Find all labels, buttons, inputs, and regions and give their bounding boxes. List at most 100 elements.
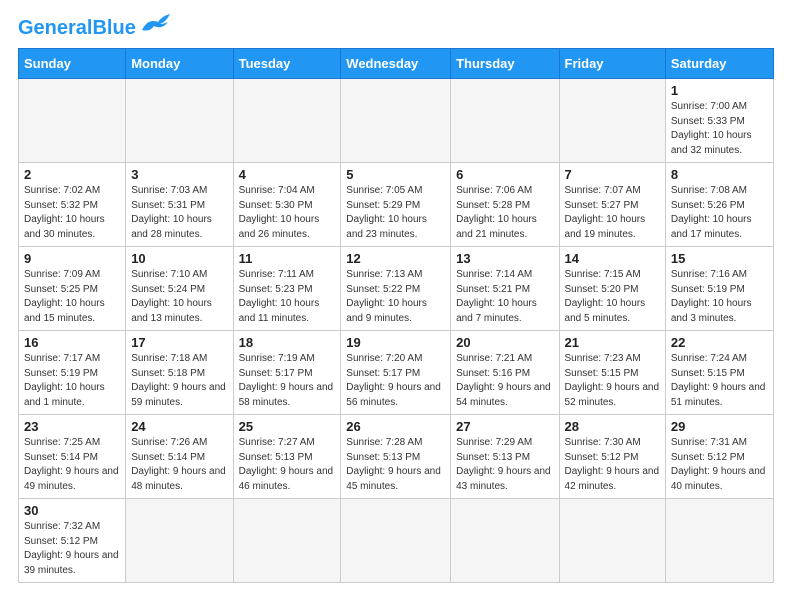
table-row: 3 Sunrise: 7:03 AMSunset: 5:31 PMDaylight… (126, 163, 233, 247)
day-number: 3 (131, 167, 227, 182)
table-row: 7 Sunrise: 7:07 AMSunset: 5:27 PMDaylight… (559, 163, 665, 247)
sun-info: Sunrise: 7:09 AMSunset: 5:25 PMDaylight:… (24, 268, 120, 326)
day-number: 7 (565, 167, 660, 182)
table-row: 8 Sunrise: 7:08 AMSunset: 5:26 PMDaylight… (665, 163, 773, 247)
col-saturday: Saturday (665, 49, 773, 79)
table-row (233, 499, 341, 583)
sun-info: Sunrise: 7:00 AMSunset: 5:33 PMDaylight:… (671, 100, 768, 158)
col-friday: Friday (559, 49, 665, 79)
sun-info: Sunrise: 7:05 AMSunset: 5:29 PMDaylight:… (346, 184, 445, 242)
table-row: 25 Sunrise: 7:27 AMSunset: 5:13 PMDayligh… (233, 415, 341, 499)
table-row: 29Sunrise: 7:31 AMSunset: 5:12 PMDayligh… (665, 415, 773, 499)
logo-text: GeneralBlue (18, 18, 136, 38)
day-number: 22 (671, 335, 768, 350)
sun-info: Sunrise: 7:31 AMSunset: 5:12 PMDaylight:… (671, 436, 768, 494)
sun-info: Sunrise: 7:04 AMSunset: 5:30 PMDaylight:… (239, 184, 336, 242)
sun-info: Sunrise: 7:19 AMSunset: 5:17 PMDaylight:… (239, 352, 336, 410)
table-row: 30 Sunrise: 7:32 AMSunset: 5:12 PMDayligh… (19, 499, 126, 583)
sun-info: Sunrise: 7:02 AMSunset: 5:32 PMDaylight:… (24, 184, 120, 242)
col-sunday: Sunday (19, 49, 126, 79)
table-row: 23 Sunrise: 7:25 AMSunset: 5:14 PMDayligh… (19, 415, 126, 499)
day-number: 8 (671, 167, 768, 182)
sun-info: Sunrise: 7:03 AMSunset: 5:31 PMDaylight:… (131, 184, 227, 242)
table-row: 12 Sunrise: 7:13 AMSunset: 5:22 PMDayligh… (341, 247, 451, 331)
table-row: 2 Sunrise: 7:02 AMSunset: 5:32 PMDaylight… (19, 163, 126, 247)
table-row: 20Sunrise: 7:21 AMSunset: 5:16 PMDayligh… (451, 331, 559, 415)
table-row: 6Sunrise: 7:06 AMSunset: 5:28 PMDaylight… (451, 163, 559, 247)
day-number: 19 (346, 335, 445, 350)
table-row (126, 499, 233, 583)
day-number: 12 (346, 251, 445, 266)
day-number: 11 (239, 251, 336, 266)
table-row (559, 499, 665, 583)
sun-info: Sunrise: 7:17 AMSunset: 5:19 PMDaylight:… (24, 352, 120, 410)
sun-info: Sunrise: 7:10 AMSunset: 5:24 PMDaylight:… (131, 268, 227, 326)
table-row: 26Sunrise: 7:28 AMSunset: 5:13 PMDayligh… (341, 415, 451, 499)
calendar-header: Sunday Monday Tuesday Wednesday Thursday… (19, 49, 774, 79)
table-row: 11 Sunrise: 7:11 AMSunset: 5:23 PMDayligh… (233, 247, 341, 331)
sun-info: Sunrise: 7:18 AMSunset: 5:18 PMDaylight:… (131, 352, 227, 410)
col-monday: Monday (126, 49, 233, 79)
sun-info: Sunrise: 7:14 AMSunset: 5:21 PMDaylight:… (456, 268, 553, 326)
sun-info: Sunrise: 7:16 AMSunset: 5:19 PMDaylight:… (671, 268, 768, 326)
day-number: 16 (24, 335, 120, 350)
table-row: 27Sunrise: 7:29 AMSunset: 5:13 PMDayligh… (451, 415, 559, 499)
day-number: 9 (24, 251, 120, 266)
sun-info: Sunrise: 7:29 AMSunset: 5:13 PMDaylight:… (456, 436, 553, 494)
day-number: 14 (565, 251, 660, 266)
table-row: 14 Sunrise: 7:15 AMSunset: 5:20 PMDayligh… (559, 247, 665, 331)
day-number: 28 (565, 419, 660, 434)
table-row: 16 Sunrise: 7:17 AMSunset: 5:19 PMDayligh… (19, 331, 126, 415)
table-row (341, 499, 451, 583)
table-row (451, 79, 559, 163)
day-number: 2 (24, 167, 120, 182)
sun-info: Sunrise: 7:13 AMSunset: 5:22 PMDaylight:… (346, 268, 445, 326)
sun-info: Sunrise: 7:32 AMSunset: 5:12 PMDaylight:… (24, 520, 120, 578)
table-row: 5 Sunrise: 7:05 AMSunset: 5:29 PMDaylight… (341, 163, 451, 247)
col-wednesday: Wednesday (341, 49, 451, 79)
day-number: 6 (456, 167, 553, 182)
sun-info: Sunrise: 7:30 AMSunset: 5:12 PMDaylight:… (565, 436, 660, 494)
table-row (665, 499, 773, 583)
table-row: 22 Sunrise: 7:24 AMSunset: 5:15 PMDayligh… (665, 331, 773, 415)
day-number: 1 (671, 83, 768, 98)
day-number: 13 (456, 251, 553, 266)
table-row: 21 Sunrise: 7:23 AMSunset: 5:15 PMDayligh… (559, 331, 665, 415)
table-row: 28 Sunrise: 7:30 AMSunset: 5:12 PMDayligh… (559, 415, 665, 499)
sun-info: Sunrise: 7:07 AMSunset: 5:27 PMDaylight:… (565, 184, 660, 242)
day-number: 4 (239, 167, 336, 182)
table-row: 1 Sunrise: 7:00 AMSunset: 5:33 PMDaylight… (665, 79, 773, 163)
day-number: 18 (239, 335, 336, 350)
sun-info: Sunrise: 7:25 AMSunset: 5:14 PMDaylight:… (24, 436, 120, 494)
sun-info: Sunrise: 7:21 AMSunset: 5:16 PMDaylight:… (456, 352, 553, 410)
sun-info: Sunrise: 7:08 AMSunset: 5:26 PMDaylight:… (671, 184, 768, 242)
table-row: 13 Sunrise: 7:14 AMSunset: 5:21 PMDayligh… (451, 247, 559, 331)
table-row: 18 Sunrise: 7:19 AMSunset: 5:17 PMDayligh… (233, 331, 341, 415)
table-row: 15 Sunrise: 7:16 AMSunset: 5:19 PMDayligh… (665, 247, 773, 331)
day-number: 15 (671, 251, 768, 266)
sun-info: Sunrise: 7:15 AMSunset: 5:20 PMDaylight:… (565, 268, 660, 326)
sun-info: Sunrise: 7:24 AMSunset: 5:15 PMDaylight:… (671, 352, 768, 410)
table-row: 17Sunrise: 7:18 AMSunset: 5:18 PMDayligh… (126, 331, 233, 415)
table-row (559, 79, 665, 163)
sun-info: Sunrise: 7:27 AMSunset: 5:13 PMDaylight:… (239, 436, 336, 494)
table-row: 24Sunrise: 7:26 AMSunset: 5:14 PMDayligh… (126, 415, 233, 499)
table-row (126, 79, 233, 163)
day-number: 25 (239, 419, 336, 434)
table-row: 9 Sunrise: 7:09 AMSunset: 5:25 PMDaylight… (19, 247, 126, 331)
sun-info: Sunrise: 7:20 AMSunset: 5:17 PMDaylight:… (346, 352, 445, 410)
sun-info: Sunrise: 7:11 AMSunset: 5:23 PMDaylight:… (239, 268, 336, 326)
day-number: 5 (346, 167, 445, 182)
col-thursday: Thursday (451, 49, 559, 79)
calendar-table: Sunday Monday Tuesday Wednesday Thursday… (18, 48, 774, 583)
logo: GeneralBlue (18, 18, 174, 38)
day-number: 30 (24, 503, 120, 518)
table-row (233, 79, 341, 163)
day-number: 10 (131, 251, 227, 266)
table-row: 10 Sunrise: 7:10 AMSunset: 5:24 PMDayligh… (126, 247, 233, 331)
sun-info: Sunrise: 7:23 AMSunset: 5:15 PMDaylight:… (565, 352, 660, 410)
table-row (341, 79, 451, 163)
day-number: 23 (24, 419, 120, 434)
table-row: 19 Sunrise: 7:20 AMSunset: 5:17 PMDayligh… (341, 331, 451, 415)
day-number: 21 (565, 335, 660, 350)
